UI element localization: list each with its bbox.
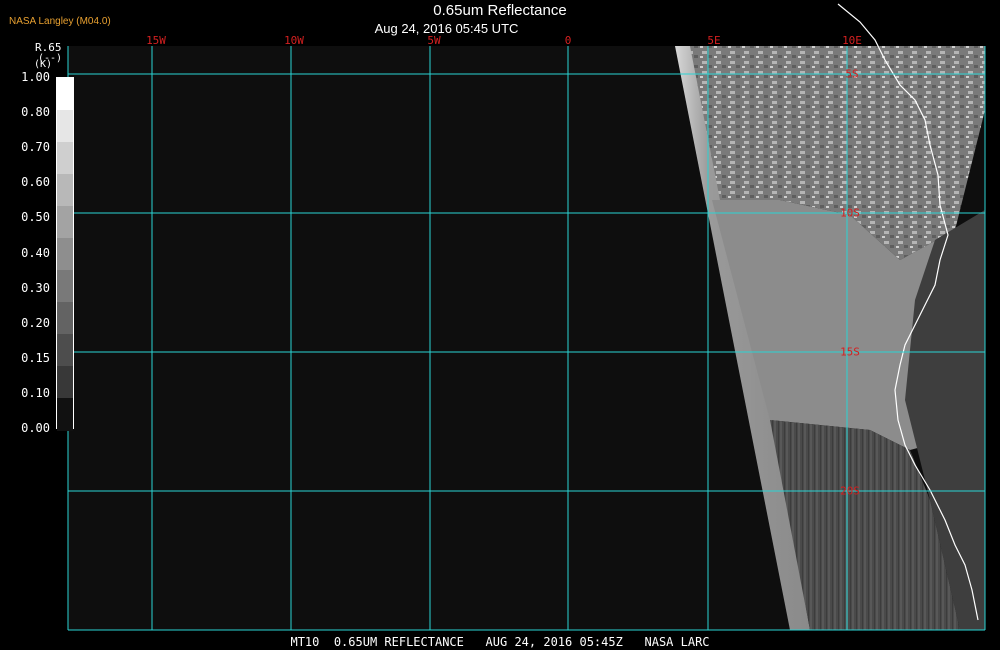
color-scale-segment	[57, 78, 73, 111]
lat-label-5s: 5S	[845, 67, 859, 81]
color-scale-segment	[57, 334, 73, 367]
color-scale-segment	[57, 238, 73, 271]
color-scale-tick-label: 0.30	[21, 280, 50, 295]
lon-label-10w: 10W	[284, 34, 304, 47]
lon-label-0: 0	[564, 34, 572, 47]
color-scale-tick-label: 0.50	[21, 210, 50, 225]
image-title: 0.65um Reflectance	[433, 2, 567, 19]
color-scale-segment	[57, 270, 73, 303]
color-scale-segment	[57, 110, 73, 143]
color-scale-tick-label: 0.70	[21, 140, 50, 155]
color-scale-tick-label: 0.20	[21, 315, 50, 330]
color-scale-tick-label: 0.15	[21, 350, 50, 365]
lon-label-10e: 10E	[842, 34, 862, 47]
color-scale-tick-label: 0.40	[21, 245, 50, 260]
color-scale-tick-label: 0.80	[21, 105, 50, 120]
lat-label-10s: 10S	[840, 206, 860, 220]
color-scale-bar	[56, 77, 74, 431]
color-scale-segment	[57, 398, 73, 431]
color-scale-segment	[57, 174, 73, 207]
lat-label-15s: 15S	[840, 345, 860, 359]
color-scale-tick-label: 0.00	[21, 421, 50, 435]
image-timestamp: Aug 24, 2016 05:45 UTC	[374, 21, 519, 36]
lon-label-5e: 5E	[707, 34, 721, 47]
color-scale-segment	[57, 142, 73, 175]
legend-title: R.65	[35, 41, 62, 54]
color-scale-tick-label: 1.00	[21, 70, 50, 84]
color-scale-tick-label: 0.10	[21, 385, 50, 400]
color-scale-segment	[57, 366, 73, 399]
color-scale-segment	[57, 206, 73, 239]
lon-label-15w: 15W	[146, 34, 166, 47]
satellite-map	[67, 3, 986, 631]
footer-caption: MT10 0.65UM REFLECTANCE AUG 24, 2016 05:…	[290, 635, 710, 649]
legend-unit: (--) (K)	[34, 54, 62, 70]
color-scale-segment	[57, 302, 73, 335]
lat-label-20s: 20S	[840, 484, 860, 498]
color-scale-tick-label: 0.60	[21, 175, 50, 190]
lon-label-5w: 5W	[427, 34, 441, 47]
